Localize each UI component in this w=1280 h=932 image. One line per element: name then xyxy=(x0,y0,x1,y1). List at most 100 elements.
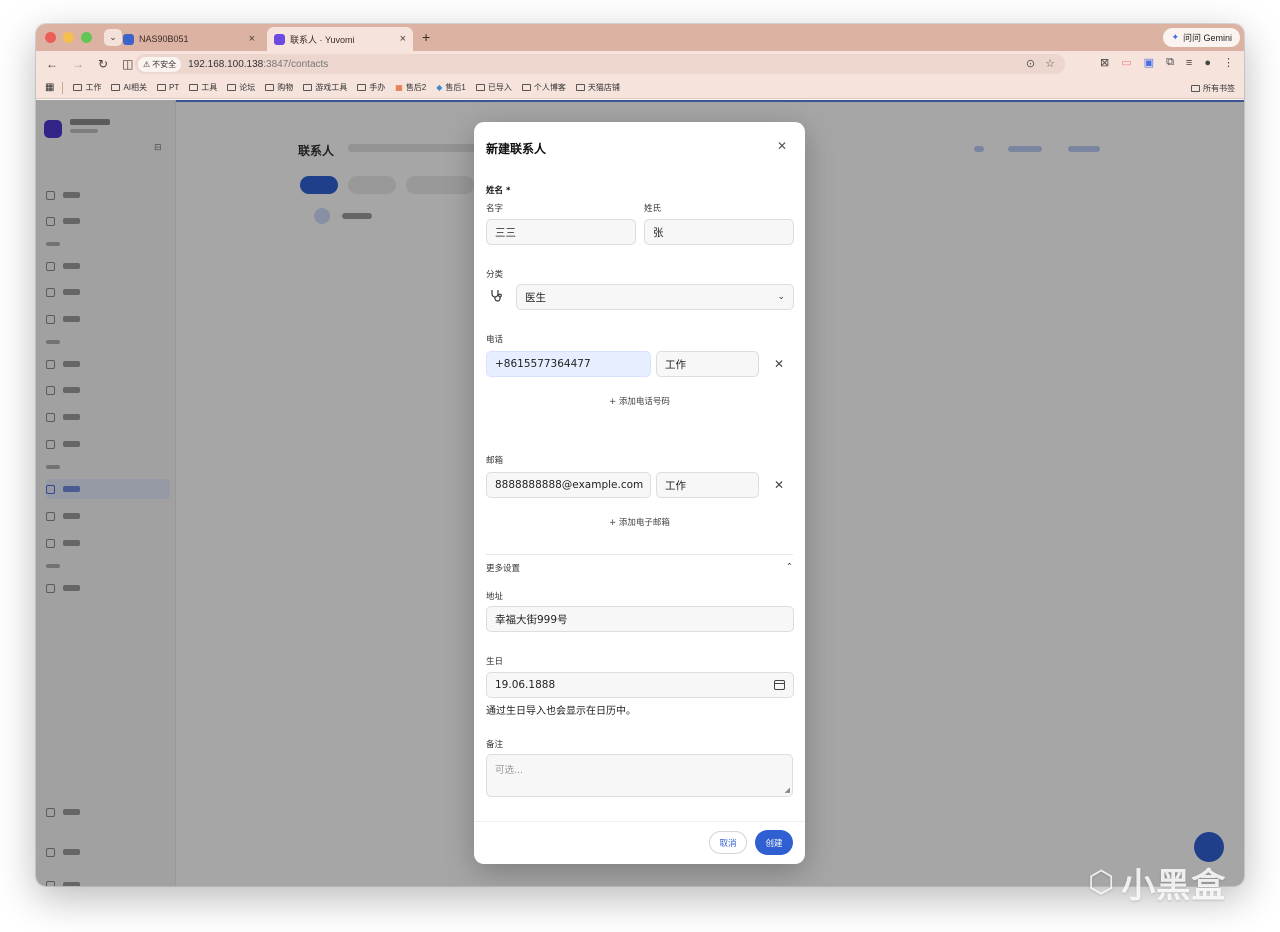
last-name-field[interactable]: 张 xyxy=(644,219,794,245)
url-text: 192.168.100.138:3847/contacts xyxy=(188,59,328,70)
sparkle-icon: ✦ xyxy=(1171,32,1179,42)
avatar[interactable]: ● xyxy=(1204,57,1211,69)
bookmark-label: 售后1 xyxy=(445,83,466,92)
bookmark-item[interactable]: 购物 xyxy=(265,82,293,93)
all-bookmarks-label: 所有书签 xyxy=(1203,84,1235,93)
security-chip[interactable]: ⚠ 不安全 xyxy=(138,56,182,72)
back-icon[interactable]: ← xyxy=(46,57,58,71)
new-contact-dialog: 新建联系人 ✕ 姓名 * 名字 姓氏 三三 张 分类 医生 ⌄ 电话 +8615… xyxy=(474,122,805,864)
bookmark-item[interactable]: 个人博客 xyxy=(521,82,566,93)
phone-type-field[interactable]: 工作 xyxy=(656,351,759,377)
dialog-title: 新建联系人 xyxy=(486,142,547,156)
close-window-button[interactable] xyxy=(45,32,56,43)
watermark: ⬡ 小黑盒 xyxy=(1088,858,1226,907)
phone-label: 电话 xyxy=(486,335,504,345)
minimize-window-button[interactable] xyxy=(63,32,74,43)
name-section-label: 姓名 * xyxy=(486,186,511,196)
calendar-icon[interactable] xyxy=(774,680,785,690)
bookmark-item[interactable]: 论坛 xyxy=(227,82,255,93)
tab-contacts[interactable]: 联系人 · Yuvomi × xyxy=(267,27,413,51)
address-field[interactable]: 幸福大街999号 xyxy=(486,606,794,632)
gemini-button[interactable]: ✦ 问问 Gemini xyxy=(1163,28,1240,47)
bookmarks-bar: ▦ 工作 AI相关 PT 工具 论坛 购物 游戏工具 手办 ▦ 售后2 ◆ 售后1 … xyxy=(36,77,1244,99)
resize-handle-icon[interactable]: ◢ xyxy=(785,786,790,794)
email-input[interactable]: 8888888888@example.com xyxy=(486,472,651,498)
extension-icon[interactable]: ▣ xyxy=(1144,56,1154,69)
chevron-down-icon: ⌄ xyxy=(777,292,785,302)
bookmark-item[interactable]: 工作 xyxy=(73,82,101,93)
folder-icon xyxy=(303,84,313,91)
close-tab-icon[interactable]: × xyxy=(400,33,406,45)
folder-icon xyxy=(189,84,199,91)
password-key-icon[interactable]: ⊙ xyxy=(1026,57,1035,70)
divider xyxy=(62,81,64,94)
forward-icon[interactable]: → xyxy=(72,57,84,71)
omnibox-icons: ⊙ ☆ xyxy=(1026,57,1055,70)
bookmark-item[interactable]: 天猫店铺 xyxy=(575,82,620,93)
phone-input[interactable]: +8615577364477 xyxy=(486,351,651,377)
close-icon[interactable]: ✕ xyxy=(777,139,787,153)
email-type-field[interactable]: 工作 xyxy=(656,472,759,498)
extension-icon[interactable]: ⊠ xyxy=(1100,56,1109,69)
add-phone-button[interactable]: + 添加电话号码 xyxy=(474,395,805,407)
tab-nas[interactable]: NAS90B051 × xyxy=(116,27,262,51)
new-tab-button[interactable]: + xyxy=(422,29,430,45)
gemini-label: 问问 Gemini xyxy=(1182,33,1232,43)
remove-phone-icon[interactable]: ✕ xyxy=(774,357,784,371)
bookmark-item[interactable]: 游戏工具 xyxy=(303,82,347,93)
extension-icons: ⊠ ▭ ▣ ⧉ ≡ ● ⋮ xyxy=(1100,56,1234,69)
category-select[interactable]: 医生 ⌄ xyxy=(516,284,794,310)
bookmark-item[interactable]: ▦ 售后2 xyxy=(395,82,426,93)
create-button[interactable]: 创建 xyxy=(755,830,793,855)
bookmark-item[interactable]: PT xyxy=(157,83,179,92)
address-label: 地址 xyxy=(486,592,504,602)
close-tab-icon[interactable]: × xyxy=(249,33,255,45)
nav-buttons: ← → ↻ ◫ xyxy=(46,57,133,71)
apps-grid-icon[interactable]: ▦ xyxy=(45,82,54,93)
birthday-value: 19.06.1888 xyxy=(495,679,556,691)
url-host: 192.168.100.138 xyxy=(188,58,264,70)
first-name-field[interactable]: 三三 xyxy=(486,219,636,245)
bookmark-label: AI相关 xyxy=(123,83,148,92)
add-email-button[interactable]: + 添加电子邮箱 xyxy=(474,516,805,528)
notes-placeholder: 可选... xyxy=(495,765,524,776)
more-menu-icon[interactable]: ⋮ xyxy=(1223,56,1234,69)
cancel-button[interactable]: 取消 xyxy=(709,831,747,854)
bookmark-star-icon[interactable]: ☆ xyxy=(1045,57,1055,70)
bookmark-item[interactable]: ◆ 售后1 xyxy=(436,82,466,93)
last-name-value: 张 xyxy=(653,226,664,239)
sidebar-toggle-icon[interactable]: ◫ xyxy=(122,57,133,71)
puzzle-icon[interactable]: ⧉ xyxy=(1166,56,1174,69)
bookmark-label: 天猫店铺 xyxy=(587,83,620,92)
bookmark-item[interactable]: 工具 xyxy=(189,82,217,93)
bookmark-item[interactable]: 手办 xyxy=(357,82,385,93)
notes-field[interactable]: 可选... ◢ xyxy=(486,754,793,797)
phone-type-value: 工作 xyxy=(665,358,686,371)
folder-icon xyxy=(521,84,531,91)
notes-label: 备注 xyxy=(486,740,504,750)
zoom-window-button[interactable] xyxy=(81,32,92,43)
bookmark-item[interactable]: 已导入 xyxy=(475,82,512,93)
extension-icon[interactable]: ▭ xyxy=(1121,56,1131,69)
bookmark-label: 已导入 xyxy=(487,83,512,92)
folder-icon xyxy=(575,84,585,91)
chevron-up-icon: ⌃ xyxy=(785,562,793,572)
birthday-field[interactable]: 19.06.1888 xyxy=(486,672,794,698)
folder-icon xyxy=(1191,85,1200,92)
all-bookmarks[interactable]: 所有书签 xyxy=(1191,83,1235,94)
bookmark-item[interactable]: AI相关 xyxy=(111,82,147,93)
folder-icon xyxy=(265,84,275,91)
email-value: 8888888888@example.com xyxy=(495,479,644,491)
folder-icon xyxy=(357,84,367,91)
stethoscope-icon xyxy=(491,290,502,302)
birthday-hint: 通过生日导入也会显示在日历中。 xyxy=(486,706,636,717)
address-bar[interactable]: ⚠ 不安全 192.168.100.138:3847/contacts ⊙ ☆ xyxy=(135,54,1065,74)
remove-email-icon[interactable]: ✕ xyxy=(774,478,784,492)
reload-icon[interactable]: ↻ xyxy=(98,57,108,71)
window-controls xyxy=(45,32,92,43)
more-settings-toggle[interactable]: 更多设置 ⌃ xyxy=(486,562,793,574)
browser-toolbar: ← → ↻ ◫ ⚠ 不安全 192.168.100.138:3847/conta… xyxy=(36,51,1244,77)
folder-icon xyxy=(227,84,237,91)
first-name-value: 三三 xyxy=(495,226,516,239)
media-icon[interactable]: ≡ xyxy=(1186,57,1192,69)
